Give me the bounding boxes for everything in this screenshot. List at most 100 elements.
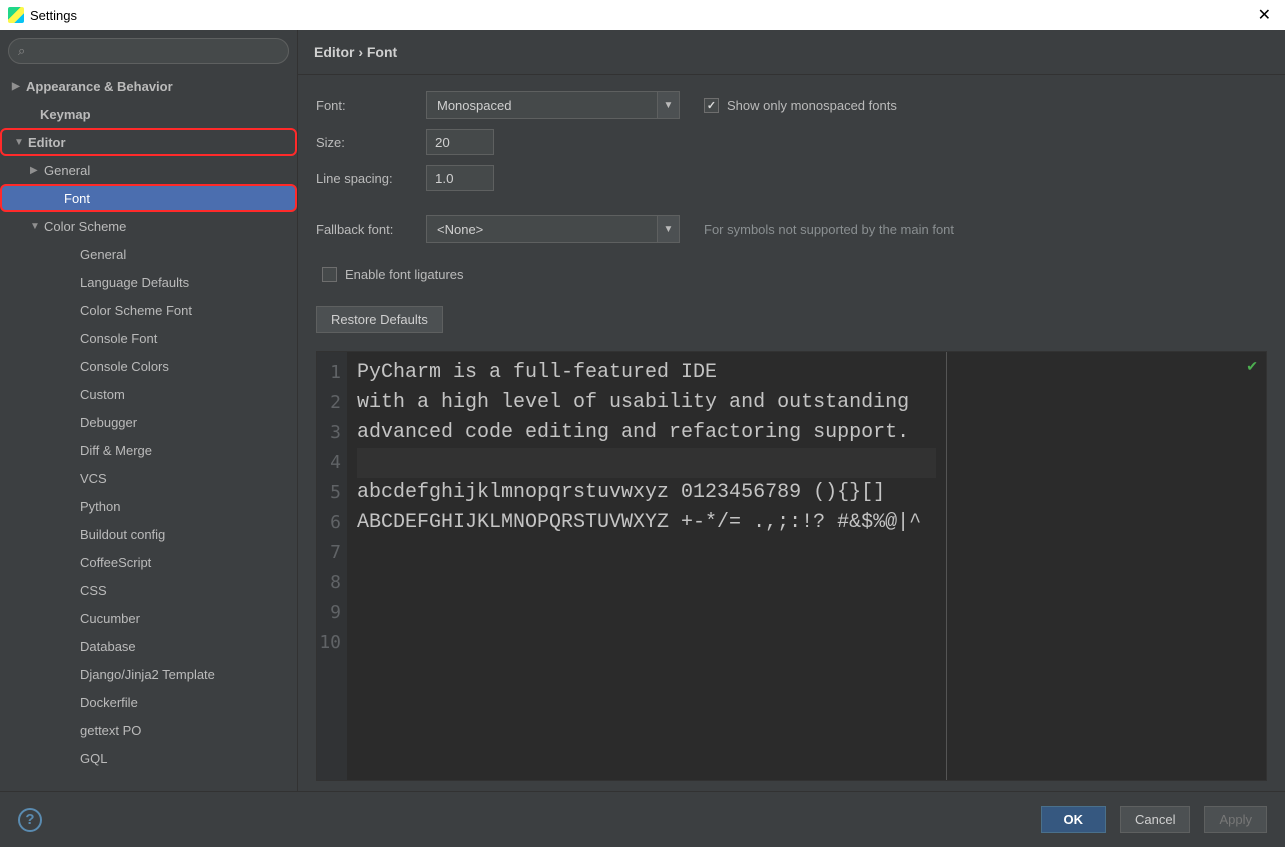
tree-item-label: Color Scheme Font (80, 303, 192, 318)
preview-gutter: 12345678910 (317, 352, 347, 780)
caret-down-icon: ▼ (30, 221, 44, 232)
tree-item[interactable]: Cucumber (0, 604, 297, 632)
check-icon: ✔ (1246, 358, 1258, 375)
tree-item-label: General (44, 163, 90, 178)
tree-item-label: Console Font (80, 331, 157, 346)
preview-line: ABCDEFGHIJKLMNOPQRSTUVWXYZ +-*/= .,;:!? … (357, 508, 936, 538)
ligatures-checkbox[interactable] (322, 267, 337, 282)
sidebar: ⌕ ▶Appearance & BehaviorKeymap▼Editor▶Ge… (0, 30, 298, 791)
tree-item[interactable]: Dockerfile (0, 688, 297, 716)
search-input[interactable] (8, 38, 289, 64)
chevron-down-icon[interactable]: ▼ (657, 92, 679, 118)
tree-item-label: Language Defaults (80, 275, 189, 290)
tree-item[interactable]: Font (0, 184, 297, 212)
tree-item[interactable]: ▶Appearance & Behavior (0, 72, 297, 100)
tree-item-label: Console Colors (80, 359, 169, 374)
spacing-input[interactable] (426, 165, 494, 191)
tree-item-label: VCS (80, 471, 107, 486)
tree-item[interactable]: Console Colors (0, 352, 297, 380)
tree-item-label: Database (80, 639, 136, 654)
size-input[interactable] (426, 129, 494, 155)
tree-item-label: General (80, 247, 126, 262)
spacing-label: Line spacing: (316, 171, 416, 186)
ok-button[interactable]: OK (1041, 806, 1107, 833)
font-combo-value: Monospaced (427, 98, 657, 113)
tree-item[interactable]: Database (0, 632, 297, 660)
tree-item[interactable]: gettext PO (0, 716, 297, 744)
tree-item-label: Font (64, 191, 90, 206)
tree-item-label: Editor (28, 135, 66, 150)
close-icon[interactable]: ✕ (1252, 3, 1277, 27)
tree-item-label: Django/Jinja2 Template (80, 667, 215, 682)
tree-item[interactable]: Buildout config (0, 520, 297, 548)
tree-item-label: CSS (80, 583, 107, 598)
help-button[interactable]: ? (18, 808, 42, 832)
tree-item[interactable]: Color Scheme Font (0, 296, 297, 324)
tree-item[interactable]: GQL (0, 744, 297, 772)
tree-item[interactable]: ▼Editor (0, 128, 297, 156)
fallback-hint: For symbols not supported by the main fo… (704, 222, 954, 237)
fallback-combo[interactable]: <None> ▼ (426, 215, 680, 243)
preview-line (357, 448, 936, 478)
tree-item-label: GQL (80, 751, 107, 766)
tree-item-label: Color Scheme (44, 219, 126, 234)
content-pane: Editor › Font Font: Monospaced ▼ Show on… (298, 30, 1285, 791)
tree-item[interactable]: General (0, 240, 297, 268)
preview-line: PyCharm is a full-featured IDE (357, 358, 936, 388)
tree-item[interactable]: Debugger (0, 408, 297, 436)
app-icon (8, 7, 24, 23)
breadcrumb: Editor › Font (298, 30, 1285, 75)
tree-item-label: gettext PO (80, 723, 141, 738)
tree-item[interactable]: Keymap (0, 100, 297, 128)
titlebar: Settings ✕ (0, 0, 1285, 30)
tree-item[interactable]: Console Font (0, 324, 297, 352)
preview-line (357, 628, 936, 658)
preview-line (357, 568, 936, 598)
caret-right-icon: ▶ (12, 81, 26, 92)
tree-item-label: Appearance & Behavior (26, 79, 173, 94)
cancel-button[interactable]: Cancel (1120, 806, 1190, 833)
mono-only-label: Show only monospaced fonts (727, 98, 897, 113)
tree-item[interactable]: ▶General (0, 156, 297, 184)
tree-item-label: Dockerfile (80, 695, 138, 710)
tree-item[interactable]: Diff & Merge (0, 436, 297, 464)
tree-item-label: Custom (80, 387, 125, 402)
ligatures-label: Enable font ligatures (345, 267, 464, 282)
mono-only-checkbox[interactable] (704, 98, 719, 113)
settings-tree[interactable]: ▶Appearance & BehaviorKeymap▼Editor▶Gene… (0, 72, 297, 791)
tree-item[interactable]: VCS (0, 464, 297, 492)
preview-line: abcdefghijklmnopqrstuvwxyz 0123456789 ()… (357, 478, 936, 508)
preview-line: with a high level of usability and outst… (357, 388, 936, 418)
tree-item-label: Debugger (80, 415, 137, 430)
chevron-down-icon[interactable]: ▼ (657, 216, 679, 242)
tree-item-label: CoffeeScript (80, 555, 151, 570)
tree-item-label: Python (80, 499, 120, 514)
tree-item-label: Keymap (40, 107, 91, 122)
font-combo[interactable]: Monospaced ▼ (426, 91, 680, 119)
preview-code: PyCharm is a full-featured IDEwith a hig… (347, 352, 946, 780)
caret-down-icon: ▼ (14, 137, 28, 148)
tree-item[interactable]: Custom (0, 380, 297, 408)
font-label: Font: (316, 98, 416, 113)
restore-defaults-button[interactable]: Restore Defaults (316, 306, 443, 333)
preview-line (357, 538, 936, 568)
window-title: Settings (30, 8, 77, 23)
tree-item-label: Diff & Merge (80, 443, 152, 458)
tree-item[interactable]: Language Defaults (0, 268, 297, 296)
caret-right-icon: ▶ (30, 165, 44, 176)
fallback-label: Fallback font: (316, 222, 416, 237)
apply-button[interactable]: Apply (1204, 806, 1267, 833)
preview-line (357, 598, 936, 628)
tree-item[interactable]: Python (0, 492, 297, 520)
preview-line: advanced code editing and refactoring su… (357, 418, 936, 448)
tree-item[interactable]: CSS (0, 576, 297, 604)
tree-item-label: Buildout config (80, 527, 165, 542)
dialog-footer: ? OK Cancel Apply (0, 791, 1285, 847)
tree-item[interactable]: Django/Jinja2 Template (0, 660, 297, 688)
tree-item-label: Cucumber (80, 611, 140, 626)
tree-item[interactable]: CoffeeScript (0, 548, 297, 576)
tree-item[interactable]: ▼Color Scheme (0, 212, 297, 240)
fallback-combo-value: <None> (427, 222, 657, 237)
size-label: Size: (316, 135, 416, 150)
font-preview: 12345678910 PyCharm is a full-featured I… (316, 351, 1267, 781)
